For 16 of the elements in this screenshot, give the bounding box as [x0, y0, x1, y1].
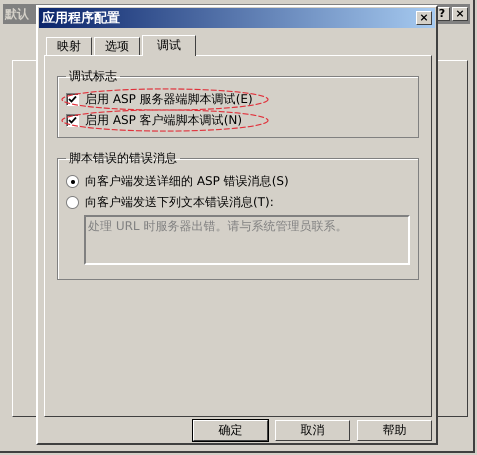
radio-label[interactable]: 向客户端发送详细的 ASP 错误消息(S): [85, 173, 289, 190]
radio-button[interactable]: [66, 175, 79, 188]
dialog-button[interactable]: 取消: [275, 420, 350, 441]
close-button[interactable]: ×: [416, 11, 432, 25]
radio-label[interactable]: 向客户端发送下列文本错误消息(T):: [85, 194, 274, 211]
tab[interactable]: 映射: [46, 37, 92, 55]
group-title: 调试标志: [68, 68, 118, 85]
dialog-button[interactable]: 帮助: [357, 420, 432, 441]
radio-button[interactable]: [66, 196, 79, 209]
tab[interactable]: 选项: [94, 37, 140, 55]
tab[interactable]: 调试: [142, 35, 196, 56]
window-title: 默认: [5, 6, 29, 22]
window-title: 应用程序配置: [42, 10, 120, 27]
title-bar-button[interactable]: ×: [452, 7, 468, 21]
group-title: 脚本错误的错误消息: [68, 150, 178, 167]
dialog-button[interactable]: 确定: [193, 420, 268, 441]
